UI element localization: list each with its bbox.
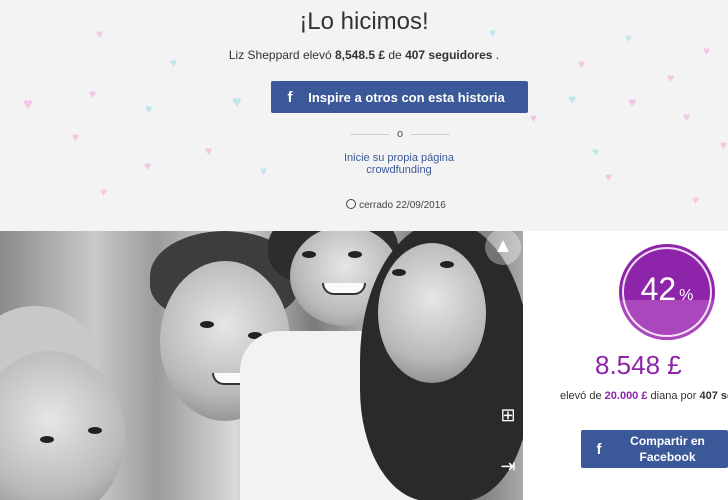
- clock-icon: [346, 199, 357, 209]
- progress-percent: 42%: [619, 271, 715, 314]
- share-button-line2: Facebook: [639, 450, 696, 464]
- heart-decoration-icon: ♥: [89, 87, 97, 101]
- raised-total: 8.548 £: [595, 350, 682, 380]
- raised-verb: elevó: [302, 48, 332, 62]
- raised-summary: Liz Sheppard elevó 8,548.5 £ de 407 segu…: [0, 48, 728, 62]
- or-label: o: [396, 128, 404, 140]
- progress-gauge: 42%: [619, 244, 715, 340]
- campaign-photo: ⊞ ⇥: [0, 231, 523, 500]
- login-icon[interactable]: ⇥: [497, 455, 519, 477]
- progress-percent-value: 42: [640, 271, 677, 307]
- photo-figure: [378, 243, 486, 383]
- goal-supporters-count: 407 se: [699, 390, 728, 402]
- heart-decoration-icon: ♥: [23, 96, 33, 113]
- add-to-list-icon[interactable]: ⊞: [497, 404, 519, 426]
- inspire-facebook-button[interactable]: f Inspire a otros con esta historia: [271, 81, 528, 113]
- heart-decoration-icon: ♥: [530, 111, 538, 125]
- heart-decoration-icon: ♥: [667, 71, 675, 85]
- share-button-line1: Compartir en: [630, 434, 705, 448]
- raised-period: .: [495, 48, 500, 62]
- facebook-icon: f: [596, 440, 602, 458]
- closed-date: cerrado 22/09/2016: [0, 199, 728, 211]
- goal-summary: elevó de 20.000 £ diana por 407 se: [560, 390, 728, 402]
- photo-figure: [348, 251, 362, 258]
- heart-decoration-icon: ♥: [232, 94, 242, 111]
- start-link-line1: Inicie su propia página: [343, 152, 455, 164]
- page-title: ¡Lo hicimos!: [299, 8, 429, 35]
- goal-amount: 20.000 £: [604, 390, 648, 402]
- photo-figure: [302, 251, 316, 258]
- campaign-header: ♥ ♥ ♥ ♥ ♥ ♥ ♥ ♥ ♥ ♥ ♥ ♥ ♥ ♥ ♥ ♥ ♥ ♥ ♥ ♥ …: [0, 0, 728, 231]
- photo-figure: [0, 351, 125, 500]
- heart-decoration-icon: ♥: [100, 185, 108, 199]
- goal-mid: diana por: [650, 390, 697, 402]
- raised-of: de: [388, 48, 402, 62]
- heart-decoration-icon: ♥: [628, 94, 637, 110]
- start-crowdfunding-link[interactable]: Inicie su propia página crowdfunding: [0, 152, 728, 176]
- photo-figure: [200, 321, 214, 328]
- supporters-count: 407 seguidores: [405, 48, 493, 62]
- progress-percent-sign: %: [679, 287, 694, 304]
- facebook-icon: f: [287, 88, 293, 106]
- share-facebook-button[interactable]: f Compartir en Facebook: [581, 430, 728, 468]
- photo-figure: [392, 269, 406, 276]
- heart-decoration-icon: ♥: [683, 110, 691, 124]
- share-button-label: Compartir en Facebook: [611, 433, 728, 465]
- photo-figure: [440, 261, 454, 268]
- divider-line: [411, 133, 450, 135]
- photo-figure: [88, 427, 102, 434]
- or-divider: o: [350, 127, 450, 141]
- raised-amount: 8,548.5 £: [334, 48, 386, 62]
- heart-decoration-icon: ♥: [720, 138, 728, 152]
- heart-decoration-icon: ♥: [72, 130, 80, 144]
- navigation-arrow-icon[interactable]: ▲: [485, 229, 521, 265]
- photo-figure: [40, 436, 54, 443]
- goal-prefix: elevó de: [560, 390, 602, 402]
- heart-decoration-icon: ♥: [145, 102, 153, 116]
- divider-line: [350, 133, 389, 135]
- heart-decoration-icon: ♥: [568, 91, 577, 107]
- inspire-button-label: Inspire a otros con esta historia: [308, 89, 505, 105]
- organizer-name: Liz Sheppard: [228, 48, 300, 62]
- start-link-line2: crowdfunding: [366, 164, 432, 176]
- photo-figure: [322, 283, 366, 295]
- closed-date-text: cerrado 22/09/2016: [359, 200, 446, 211]
